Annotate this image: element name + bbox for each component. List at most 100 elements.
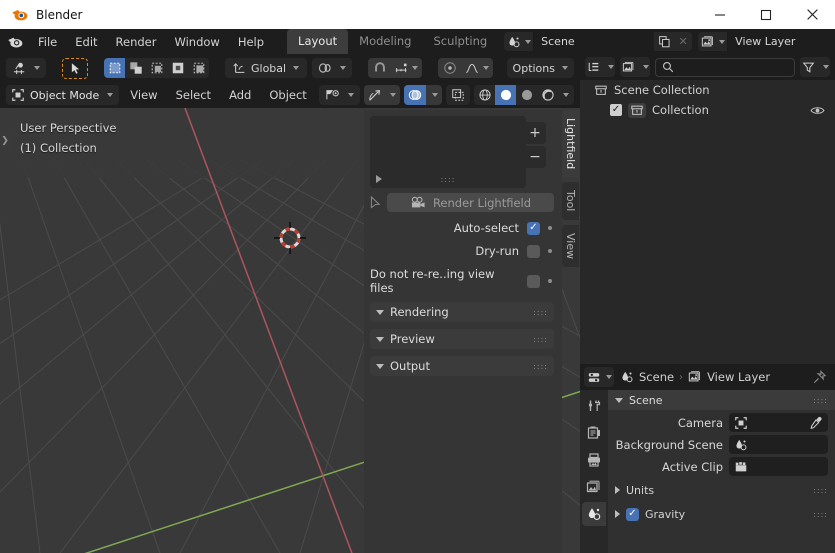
- viewlayer-name-field[interactable]: View Layer: [728, 32, 835, 51]
- select-extend-icon[interactable]: [125, 58, 146, 78]
- viewport-menu-add[interactable]: Add: [222, 85, 258, 105]
- tab-sculpting[interactable]: Sculpting: [422, 29, 498, 54]
- blender-menu-logo-icon[interactable]: [7, 31, 23, 53]
- gizmo-icon[interactable]: [364, 85, 386, 105]
- shading-wireframe-icon[interactable]: [474, 85, 495, 105]
- menu-edit[interactable]: Edit: [66, 32, 106, 52]
- select-invert-icon[interactable]: [167, 58, 188, 78]
- properties-editor-icon[interactable]: [584, 367, 614, 387]
- outliner-filter-id-icon[interactable]: [620, 57, 650, 77]
- transform-orientation-dropdown[interactable]: Global: [225, 58, 308, 78]
- panel-grip[interactable]: ::::: [533, 362, 548, 371]
- tab-layout[interactable]: Layout: [287, 29, 349, 54]
- overlays-icon[interactable]: [404, 85, 426, 105]
- sidebar-tab-view[interactable]: View: [562, 224, 579, 267]
- gizmo-dropdown[interactable]: [386, 93, 400, 97]
- overlays-dropdown[interactable]: [426, 93, 442, 97]
- panel-grip[interactable]: ::::: [813, 486, 828, 495]
- toolbar-expand-arrow[interactable]: ❯: [0, 130, 10, 152]
- shading-solid-icon[interactable]: [495, 85, 516, 105]
- pin-icon[interactable]: [812, 369, 827, 385]
- filter-funnel-icon[interactable]: [800, 57, 830, 77]
- pivot-point-dropdown[interactable]: [312, 58, 353, 78]
- blender-logo-icon: [10, 6, 28, 24]
- options-dropdown[interactable]: Options: [506, 58, 574, 78]
- breadcrumb-viewlayer-label[interactable]: View Layer: [707, 370, 770, 384]
- maximize-button[interactable]: [743, 0, 789, 29]
- menu-file[interactable]: File: [29, 32, 66, 52]
- viewport-menu-object[interactable]: Object: [262, 85, 313, 105]
- shading-dropdown[interactable]: [558, 85, 574, 105]
- dry-run-animate-dot[interactable]: [548, 249, 552, 253]
- sidebar-tab-tool[interactable]: Tool: [562, 182, 579, 220]
- panel-rendering[interactable]: Rendering ::::: [370, 302, 554, 322]
- viewport-menu-select[interactable]: Select: [169, 85, 218, 105]
- scene-icon[interactable]: [504, 32, 535, 51]
- scene-unlink-button[interactable]: ✕: [674, 32, 693, 51]
- eye-icon[interactable]: [810, 105, 825, 116]
- falloff-curve-dropdown[interactable]: [462, 62, 493, 75]
- no-rerender-checkbox[interactable]: [527, 274, 541, 288]
- sidebar-tab-lightfield[interactable]: Lightfield: [562, 110, 579, 178]
- properties-subpanel-gravity[interactable]: ✓ Gravity ::::: [608, 504, 835, 524]
- select-set-icon[interactable]: [104, 58, 125, 78]
- no-rerender-animate-dot[interactable]: [548, 279, 552, 283]
- shading-material-icon[interactable]: [516, 85, 537, 105]
- snap-magnet-icon[interactable]: [368, 58, 392, 78]
- visibility-icon[interactable]: [319, 85, 360, 105]
- outliner-search-input[interactable]: [655, 57, 795, 77]
- lightfield-list[interactable]: ::::: [370, 116, 526, 188]
- properties-tab-render[interactable]: [582, 421, 606, 445]
- cursor-tool-icon[interactable]: [62, 57, 88, 79]
- panel-preview[interactable]: Preview ::::: [370, 329, 554, 349]
- properties-panel-scene[interactable]: Scene ::::: [608, 390, 835, 410]
- panel-grip[interactable]: ::::: [813, 396, 828, 405]
- panel-grip[interactable]: ::::: [533, 335, 548, 344]
- outliner-display-icon[interactable]: [585, 57, 615, 77]
- dry-run-checkbox[interactable]: [527, 244, 540, 258]
- active-clip-field[interactable]: [729, 457, 828, 476]
- eyedropper-icon[interactable]: [809, 416, 823, 430]
- auto-select-animate-dot[interactable]: [548, 226, 552, 230]
- select-subtract-icon[interactable]: [146, 58, 167, 78]
- play-icon[interactable]: [376, 175, 382, 183]
- minimize-button[interactable]: [697, 0, 743, 29]
- panel-grip[interactable]: ::::: [533, 308, 548, 317]
- collection-checkbox[interactable]: ✓: [610, 104, 622, 116]
- snap-mode-dropdown[interactable]: [392, 62, 422, 75]
- background-scene-field[interactable]: [729, 435, 828, 454]
- list-grip[interactable]: ::::: [441, 175, 456, 184]
- properties-tab-tool[interactable]: [582, 394, 606, 418]
- close-button[interactable]: [789, 0, 835, 29]
- copy-icon[interactable]: [654, 32, 675, 51]
- scene-name-field[interactable]: Scene: [534, 32, 655, 51]
- snap-group: [368, 58, 423, 78]
- proportional-edit-icon[interactable]: [438, 58, 462, 78]
- render-lightfield-button[interactable]: Render Lightfield: [387, 193, 554, 212]
- menu-render[interactable]: Render: [107, 32, 166, 52]
- view-layer-icon[interactable]: [698, 32, 729, 51]
- shading-rendered-icon[interactable]: [537, 85, 558, 105]
- properties-tab-view-layer[interactable]: [582, 475, 606, 499]
- add-lightfield-button[interactable]: +: [524, 122, 546, 144]
- properties-tab-output[interactable]: [582, 448, 606, 472]
- outliner-row-collection[interactable]: ✓ Collection: [580, 100, 835, 120]
- camera-field[interactable]: [729, 413, 828, 432]
- panel-output[interactable]: Output ::::: [370, 356, 554, 376]
- properties-tab-scene[interactable]: [582, 502, 606, 526]
- xray-icon[interactable]: [446, 85, 470, 105]
- outliner-row-scene-collection[interactable]: Scene Collection: [580, 80, 835, 100]
- menu-help[interactable]: Help: [229, 32, 273, 52]
- auto-select-checkbox[interactable]: ✓: [527, 221, 540, 235]
- breadcrumb-scene-label[interactable]: Scene: [639, 370, 674, 384]
- gravity-checkbox[interactable]: ✓: [626, 507, 639, 521]
- properties-subpanel-units[interactable]: Units ::::: [608, 480, 835, 500]
- tab-modeling[interactable]: Modeling: [348, 29, 422, 54]
- remove-lightfield-button[interactable]: −: [524, 146, 546, 168]
- panel-grip[interactable]: ::::: [813, 510, 828, 519]
- menu-window[interactable]: Window: [165, 32, 228, 52]
- interaction-mode-dropdown[interactable]: Object Mode: [6, 85, 120, 105]
- viewport-menu-view[interactable]: View: [123, 85, 164, 105]
- editor-type-icon[interactable]: [6, 58, 46, 78]
- select-intersect-icon[interactable]: [188, 58, 209, 78]
